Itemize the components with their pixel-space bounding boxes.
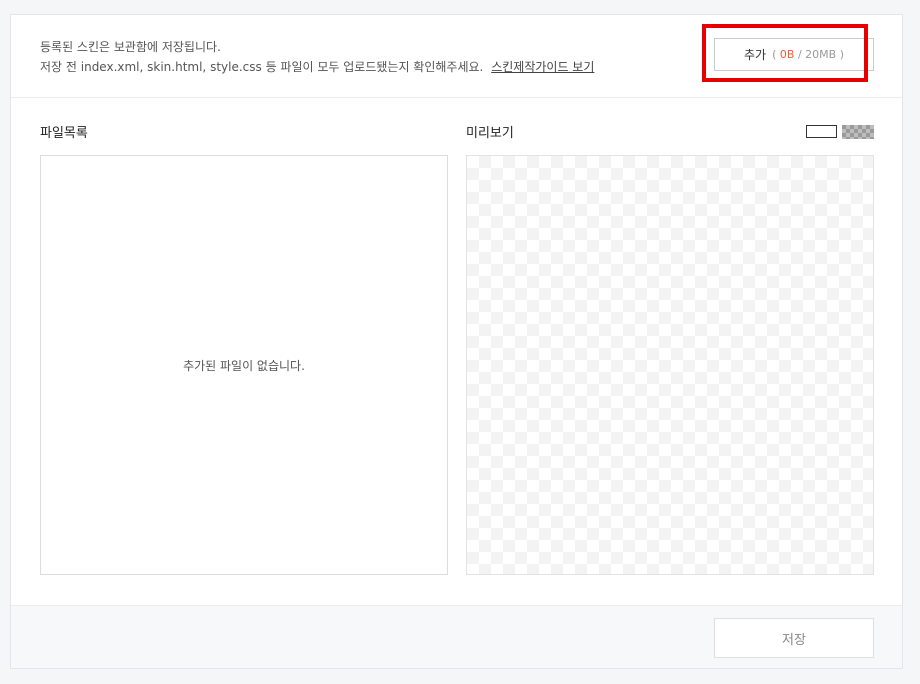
preview-area [466, 155, 874, 575]
preview-bg-checker-toggle[interactable] [842, 125, 874, 139]
footer-bar: 저장 [11, 605, 902, 668]
preview-bg-white-toggle[interactable] [806, 125, 837, 138]
info-text: 등록된 스킨은 보관함에 저장됩니다. 저장 전 index.xml, skin… [40, 37, 594, 77]
info-line-2: 저장 전 index.xml, skin.html, style.css 등 파… [40, 57, 594, 77]
file-list-title: 파일목록 [40, 126, 88, 141]
info-line-2-text: 저장 전 index.xml, skin.html, style.css 등 파… [40, 60, 484, 74]
file-list-box: 추가된 파일이 없습니다. [40, 155, 448, 575]
info-line-1: 등록된 스킨은 보관함에 저장됩니다. [40, 40, 221, 54]
skin-upload-panel: 등록된 스킨은 보관함에 저장됩니다. 저장 전 index.xml, skin… [10, 14, 903, 669]
preview-title: 미리보기 [466, 126, 514, 141]
empty-file-message: 추가된 파일이 없습니다. [183, 358, 305, 373]
save-button[interactable]: 저장 [714, 618, 874, 658]
top-info-bar: 등록된 스킨은 보관함에 저장됩니다. 저장 전 index.xml, skin… [11, 15, 902, 98]
skin-guide-link[interactable]: 스킨제작가이드 보기 [491, 60, 594, 74]
highlight-box [702, 24, 868, 82]
